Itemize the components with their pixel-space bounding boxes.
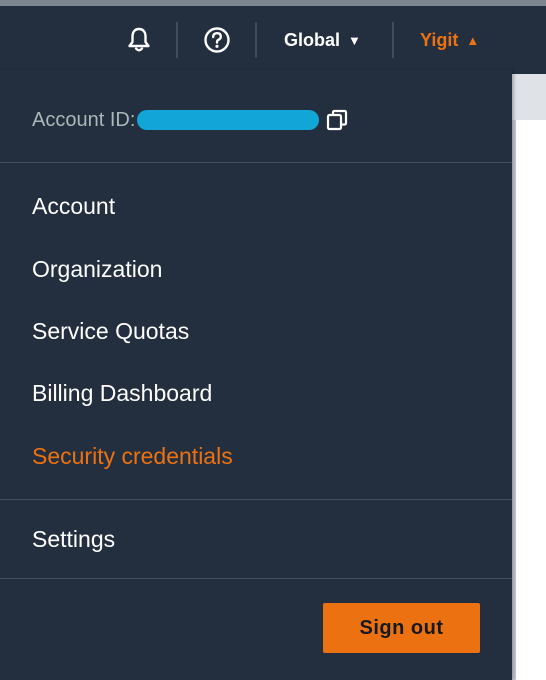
menu-item-billing-dashboard[interactable]: Billing Dashboard (32, 378, 212, 408)
menu-item-organization[interactable]: Organization (32, 254, 162, 284)
nav-divider (392, 22, 394, 58)
account-id-redacted (137, 110, 320, 130)
chevron-up-icon: ▲ (466, 32, 480, 48)
menu-divider (0, 162, 512, 163)
account-dropdown-menu: Account ID: Account Organization Service… (0, 70, 512, 680)
menu-item-account[interactable]: Account (32, 191, 115, 221)
menu-divider (0, 578, 512, 579)
account-id-row: Account ID: (32, 106, 349, 134)
page: Global ▼ Yigit ▲ Account ID: Account Org… (0, 0, 546, 680)
menu-item-security-credentials[interactable]: Security credentials (32, 441, 233, 471)
copy-icon[interactable] (325, 108, 349, 132)
account-id-label: Account ID: (32, 108, 136, 131)
menu-divider (0, 499, 512, 500)
user-menu-button[interactable]: Yigit ▲ (420, 6, 479, 74)
sign-out-button[interactable]: Sign out (323, 603, 480, 653)
help-button[interactable] (203, 6, 231, 74)
chevron-down-icon: ▼ (348, 32, 361, 48)
menu-item-service-quotas[interactable]: Service Quotas (32, 316, 189, 346)
bell-icon (128, 27, 150, 52)
menu-item-settings[interactable]: Settings (32, 524, 115, 554)
region-label: Global (284, 29, 341, 50)
question-circle-icon (204, 27, 230, 53)
nav-divider (255, 22, 257, 58)
page-background-strip (512, 74, 546, 120)
nav-divider (176, 22, 178, 58)
notifications-button[interactable] (125, 6, 153, 74)
region-selector[interactable]: Global ▼ (284, 6, 361, 74)
user-name: Yigit (420, 29, 459, 50)
menu-edge-shadow (512, 120, 516, 680)
